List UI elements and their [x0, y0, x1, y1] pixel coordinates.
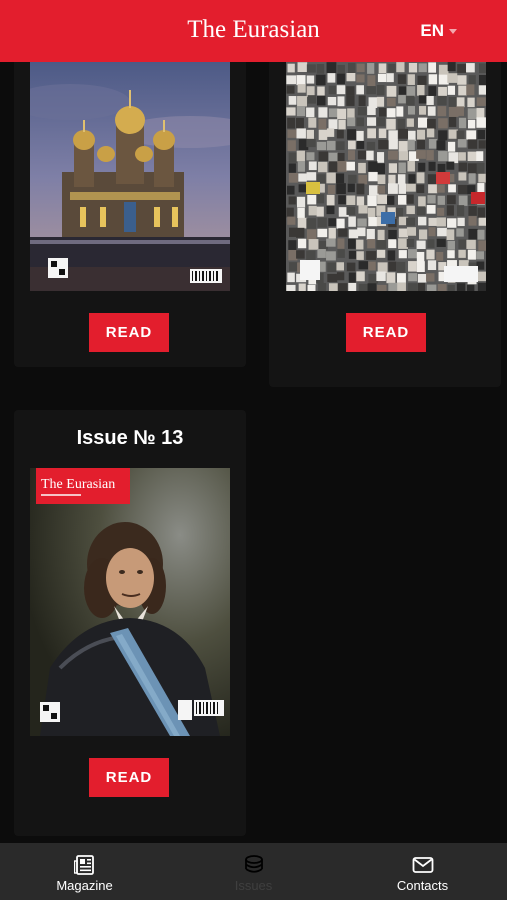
read-button[interactable]: READ: [89, 313, 169, 352]
language-label: EN: [420, 21, 444, 40]
nav-issues[interactable]: Issues: [169, 843, 338, 900]
issue-card: READ: [269, 62, 501, 387]
newspaper-icon: [73, 855, 94, 875]
issue-card: Issue № 13 The Eurasian READ: [14, 410, 246, 836]
app-header: The Eurasian EN: [0, 0, 507, 62]
issue-card: READ: [14, 62, 246, 367]
nav-contacts[interactable]: Contacts: [338, 843, 507, 900]
layers-icon: [244, 855, 263, 873]
cover-masthead: The Eurasian: [41, 477, 115, 492]
issue-title: Issue № 13: [76, 427, 184, 449]
envelope-icon: [412, 857, 433, 873]
language-selector[interactable]: EN: [420, 21, 457, 41]
bottom-navigation: Magazine Issues Contacts: [0, 843, 507, 900]
portrait-cover-image[interactable]: The Eurasian: [30, 468, 230, 736]
cathedral-cover-image[interactable]: [30, 62, 230, 291]
issues-grid[interactable]: READ READ Issue № 13 The Eurasian READ: [0, 62, 507, 843]
read-button[interactable]: READ: [89, 758, 169, 797]
nav-issues-label: Issues: [234, 878, 273, 893]
nav-magazine-label: Magazine: [56, 878, 113, 893]
chevron-down-icon: [449, 28, 457, 34]
nav-magazine[interactable]: Magazine: [0, 843, 169, 900]
crowd-cover-image[interactable]: [286, 62, 486, 291]
nav-contacts-label: Contacts: [396, 878, 449, 893]
read-button[interactable]: READ: [346, 313, 426, 352]
